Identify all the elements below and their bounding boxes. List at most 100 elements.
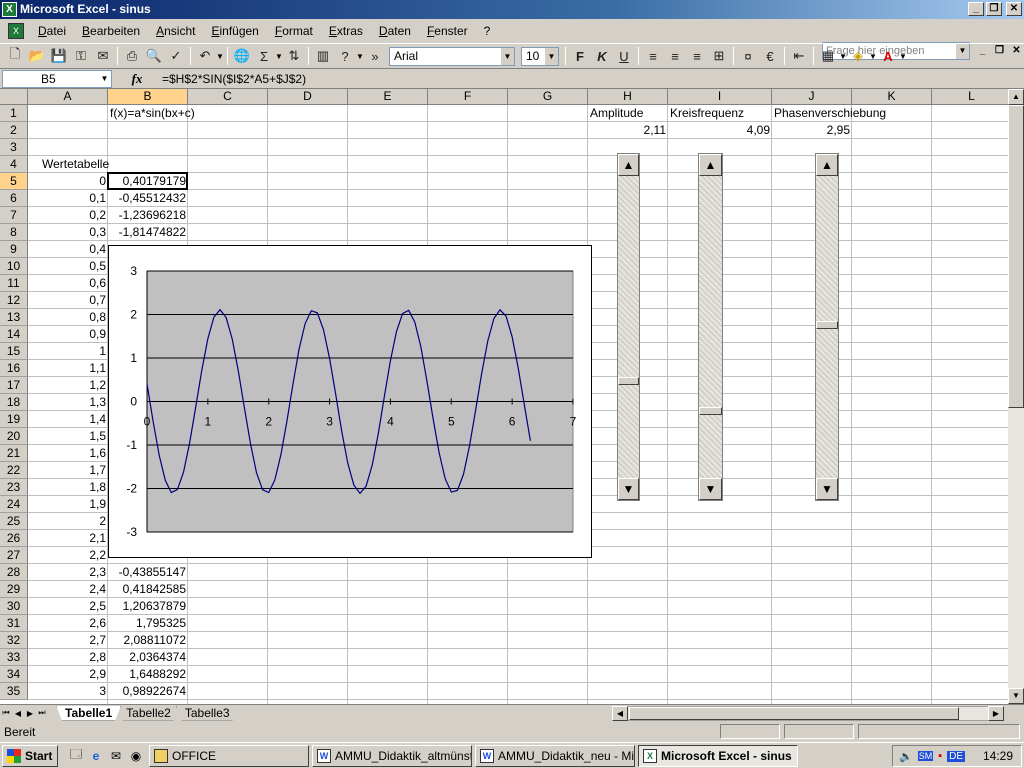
row-header[interactable]: 1 [0, 105, 28, 122]
internet-explorer-icon[interactable]: e [86, 746, 106, 766]
scroll-right-icon[interactable]: ▶ [988, 706, 1004, 721]
embedded-chart[interactable]: 3210-1-2-301234567 [108, 245, 592, 558]
chevron-down-icon[interactable]: ▼ [356, 52, 364, 61]
table-y-cell[interactable]: -1,81474822 [108, 224, 188, 241]
align-center-icon[interactable]: ≡ [664, 45, 686, 67]
column-header[interactable]: B [108, 89, 188, 105]
row-header[interactable]: 33 [0, 649, 28, 666]
table-x-cell[interactable]: 2,5 [28, 598, 108, 615]
row-header[interactable]: 18 [0, 394, 28, 411]
cell-h2-amplitude-value[interactable]: 2,11 [588, 122, 668, 139]
cell-j1-phasenverschiebung-label[interactable]: Phasenverschiebung [772, 105, 932, 122]
row-header[interactable]: 27 [0, 547, 28, 564]
worksheet-grid[interactable]: A B C D E F G H I J K L 1 2 3 4 5 6 7 8 9 10 11 12 13 14 15 16 17 18 1… [0, 89, 1008, 704]
toolbar-options-icon[interactable]: » [364, 45, 386, 67]
column-header[interactable]: D [268, 89, 348, 105]
table-x-cell[interactable]: 1,5 [28, 428, 108, 445]
table-y-cell[interactable]: 1,20637879 [108, 598, 188, 615]
table-x-cell[interactable]: 1,7 [28, 462, 108, 479]
font-size-select[interactable]: 10 ▼ [521, 46, 559, 66]
cell-a4-table-title[interactable]: Wertetabelle [40, 156, 160, 173]
scrollbar-control-amplitude[interactable]: ▲ ▼ [617, 153, 640, 501]
chevron-down-icon[interactable]: ▼ [275, 52, 283, 61]
table-y-cell[interactable]: 0,98922674 [108, 683, 188, 700]
row-header[interactable]: 9 [0, 241, 28, 258]
spin-up-icon[interactable]: ▲ [618, 154, 639, 176]
open-folder-icon[interactable]: 📂 [26, 45, 48, 67]
row-header[interactable]: 8 [0, 224, 28, 241]
row-header[interactable]: 15 [0, 343, 28, 360]
chevron-down-icon[interactable]: ▼ [869, 52, 877, 61]
indent-icon[interactable]: ⇤ [788, 45, 810, 67]
column-header[interactable]: J [772, 89, 852, 105]
spin-up-icon[interactable]: ▲ [816, 154, 838, 176]
column-header[interactable]: G [508, 89, 588, 105]
table-y-cell[interactable]: -0,43855147 [108, 564, 188, 581]
sheet-tab-tabelle2[interactable]: Tabelle2 [117, 706, 180, 721]
table-x-cell[interactable]: 0,7 [28, 292, 108, 309]
bold-button[interactable]: F [569, 45, 591, 67]
column-header[interactable]: K [852, 89, 932, 105]
scroll-left-icon[interactable]: ◀ [612, 706, 628, 721]
spin-down-icon[interactable]: ▼ [618, 478, 639, 500]
horizontal-scrollbar[interactable]: ◀ ▶ [612, 706, 1004, 721]
chevron-down-icon[interactable]: ▼ [501, 47, 514, 65]
row-header[interactable]: 3 [0, 139, 28, 156]
autosum-icon[interactable]: Σ [253, 45, 275, 67]
scroll-thumb[interactable] [1008, 105, 1024, 408]
scrollbar-control-phasenverschiebung[interactable]: ▲ ▼ [815, 153, 839, 501]
column-header[interactable]: F [428, 89, 508, 105]
borders-icon[interactable]: ▦ [817, 45, 839, 67]
row-header[interactable]: 26 [0, 530, 28, 547]
align-right-icon[interactable]: ≡ [686, 45, 708, 67]
save-icon[interactable]: 💾 [48, 45, 70, 67]
row-header[interactable]: 7 [0, 207, 28, 224]
table-x-cell[interactable]: 1,1 [28, 360, 108, 377]
cell-i1-kreisfrequenz-label[interactable]: Kreisfrequenz [668, 105, 772, 122]
row-header[interactable]: 21 [0, 445, 28, 462]
taskbar-button-word-1[interactable]: W AMMU_Didaktik_altmünst... [312, 744, 472, 767]
chevron-down-icon[interactable]: ▼ [216, 52, 224, 61]
close-button[interactable]: ✕ [1006, 2, 1022, 16]
row-header[interactable]: 6 [0, 190, 28, 207]
table-y-cell[interactable]: -1,23696218 [108, 207, 188, 224]
font-name-select[interactable]: Arial ▼ [389, 46, 515, 66]
vertical-scrollbar[interactable]: ▲ ▼ [1008, 89, 1024, 704]
column-header[interactable]: E [348, 89, 428, 105]
euro-icon[interactable]: € [759, 45, 781, 67]
table-x-cell[interactable]: 2,4 [28, 581, 108, 598]
table-x-cell[interactable]: 2,9 [28, 666, 108, 683]
chart-wizard-icon[interactable]: ▥ [312, 45, 334, 67]
underline-button[interactable]: U [613, 45, 635, 67]
hyperlink-icon[interactable]: 🌐 [231, 45, 253, 67]
table-x-cell[interactable]: 0,1 [28, 190, 108, 207]
menu-einfuegen[interactable]: Einfügen [203, 21, 266, 41]
column-header[interactable]: A [28, 89, 108, 105]
row-header[interactable]: 20 [0, 428, 28, 445]
first-sheet-icon[interactable]: ⏮ [0, 708, 12, 718]
outlook-icon[interactable]: ✉ [106, 746, 126, 766]
fill-color-icon[interactable]: ◈ [847, 45, 869, 67]
minimize-button[interactable]: _ [968, 2, 984, 16]
print-preview-icon[interactable]: 🔍 [143, 45, 165, 67]
row-header[interactable]: 11 [0, 275, 28, 292]
row-header[interactable]: 35 [0, 683, 28, 700]
font-color-icon[interactable]: A [877, 45, 899, 67]
chevron-down-icon[interactable]: ▼ [98, 70, 111, 87]
row-header[interactable]: 29 [0, 581, 28, 598]
cell-j2-phasenverschiebung-value[interactable]: 2,95 [772, 122, 852, 139]
column-header[interactable]: L [932, 89, 1008, 105]
table-x-cell[interactable]: 0,9 [28, 326, 108, 343]
sheet-tab-tabelle3[interactable]: Tabelle3 [176, 706, 239, 721]
formula-input[interactable]: =$H$2*SIN($I$2*A5+$J$2) [162, 72, 306, 86]
table-x-cell[interactable]: 0,8 [28, 309, 108, 326]
table-x-cell[interactable]: 1,2 [28, 377, 108, 394]
spin-down-icon[interactable]: ▼ [816, 478, 838, 500]
table-y-cell[interactable]: 1,6488292 [108, 666, 188, 683]
taskbar-button-word-2[interactable]: W AMMU_Didaktik_neu - Mic... [475, 744, 635, 767]
fx-icon[interactable]: fx [112, 71, 162, 87]
table-x-cell[interactable]: 2,8 [28, 649, 108, 666]
currency-icon[interactable]: ¤ [737, 45, 759, 67]
menu-extras[interactable]: Extras [321, 21, 371, 41]
table-x-cell[interactable]: 1,4 [28, 411, 108, 428]
